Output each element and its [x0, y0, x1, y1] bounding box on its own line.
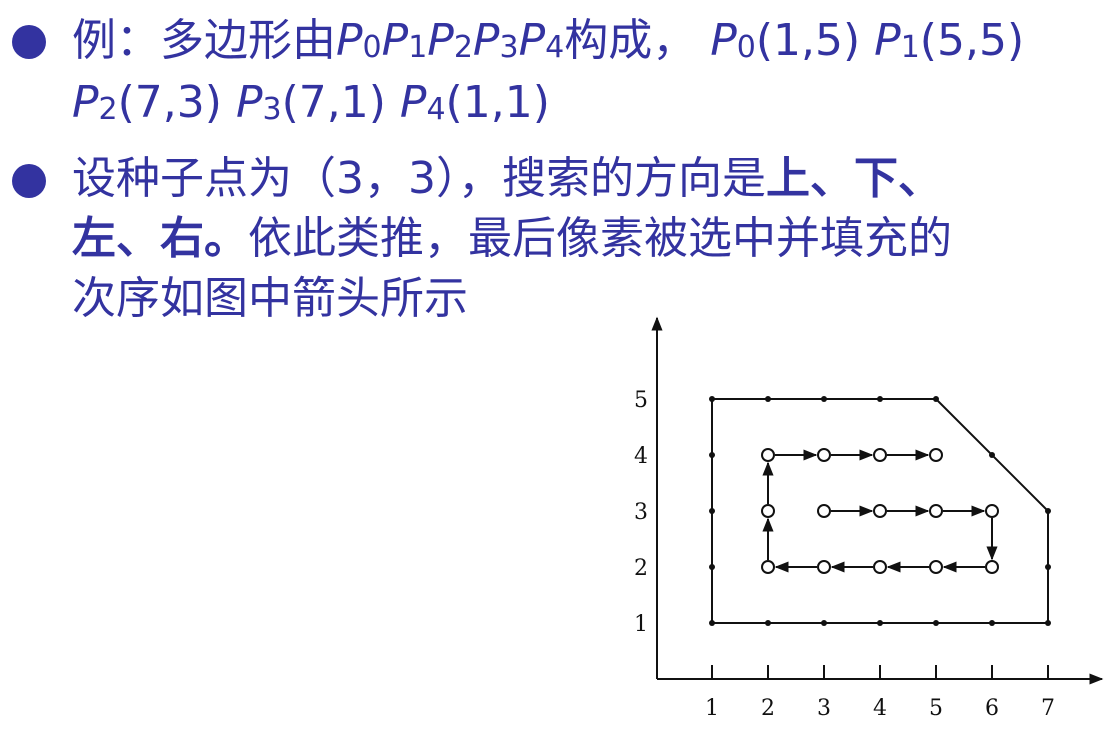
boundary-pixel — [1045, 620, 1051, 626]
y-tick-label: 2 — [634, 556, 648, 581]
y-tick-label: 3 — [634, 500, 648, 525]
boundary-pixel — [821, 396, 827, 402]
boundary-pixel — [933, 620, 939, 626]
x-tick-label: 3 — [817, 696, 831, 721]
filled-pixel — [817, 560, 831, 574]
boundary-pixel — [709, 508, 715, 514]
y-tick-label: 1 — [634, 612, 648, 637]
boundary-pixel — [821, 620, 827, 626]
filled-pixel — [985, 560, 999, 574]
boundary-pixel — [933, 396, 939, 402]
filled-pixel — [929, 448, 943, 462]
filled-pixel — [761, 448, 775, 462]
x-tick-label: 4 — [873, 696, 887, 721]
filled-pixel — [873, 504, 887, 518]
filled-pixel — [929, 504, 943, 518]
x-tick-label: 1 — [705, 696, 719, 721]
x-tick-label: 5 — [929, 696, 943, 721]
boundary-pixel — [877, 396, 883, 402]
filled-pixel — [873, 560, 887, 574]
boundary-pixel — [709, 564, 715, 570]
y-tick-label: 4 — [634, 444, 648, 469]
filled-pixel — [761, 504, 775, 518]
boundary-pixel — [765, 620, 771, 626]
filled-pixel — [929, 560, 943, 574]
filled-pixel — [985, 504, 999, 518]
boundary-pixel — [709, 396, 715, 402]
boundary-pixel — [989, 452, 995, 458]
y-tick-label: 5 — [634, 388, 648, 413]
boundary-pixel — [709, 452, 715, 458]
boundary-pixel — [765, 396, 771, 402]
x-tick-label: 7 — [1041, 696, 1055, 721]
boundary-pixel — [989, 620, 995, 626]
filled-pixel — [817, 448, 831, 462]
boundary-pixel — [709, 620, 715, 626]
x-tick-label: 2 — [761, 696, 775, 721]
filled-pixel — [873, 448, 887, 462]
x-tick-label: 6 — [985, 696, 999, 721]
boundary-pixel — [877, 620, 883, 626]
boundary-pixel — [1045, 508, 1051, 514]
filled-pixel — [761, 560, 775, 574]
filled-pixel — [817, 504, 831, 518]
boundary-pixel — [1045, 564, 1051, 570]
polygon-fill-diagram: 1 2 3 4 5 6 7 1 2 3 4 5 — [634, 316, 1104, 721]
